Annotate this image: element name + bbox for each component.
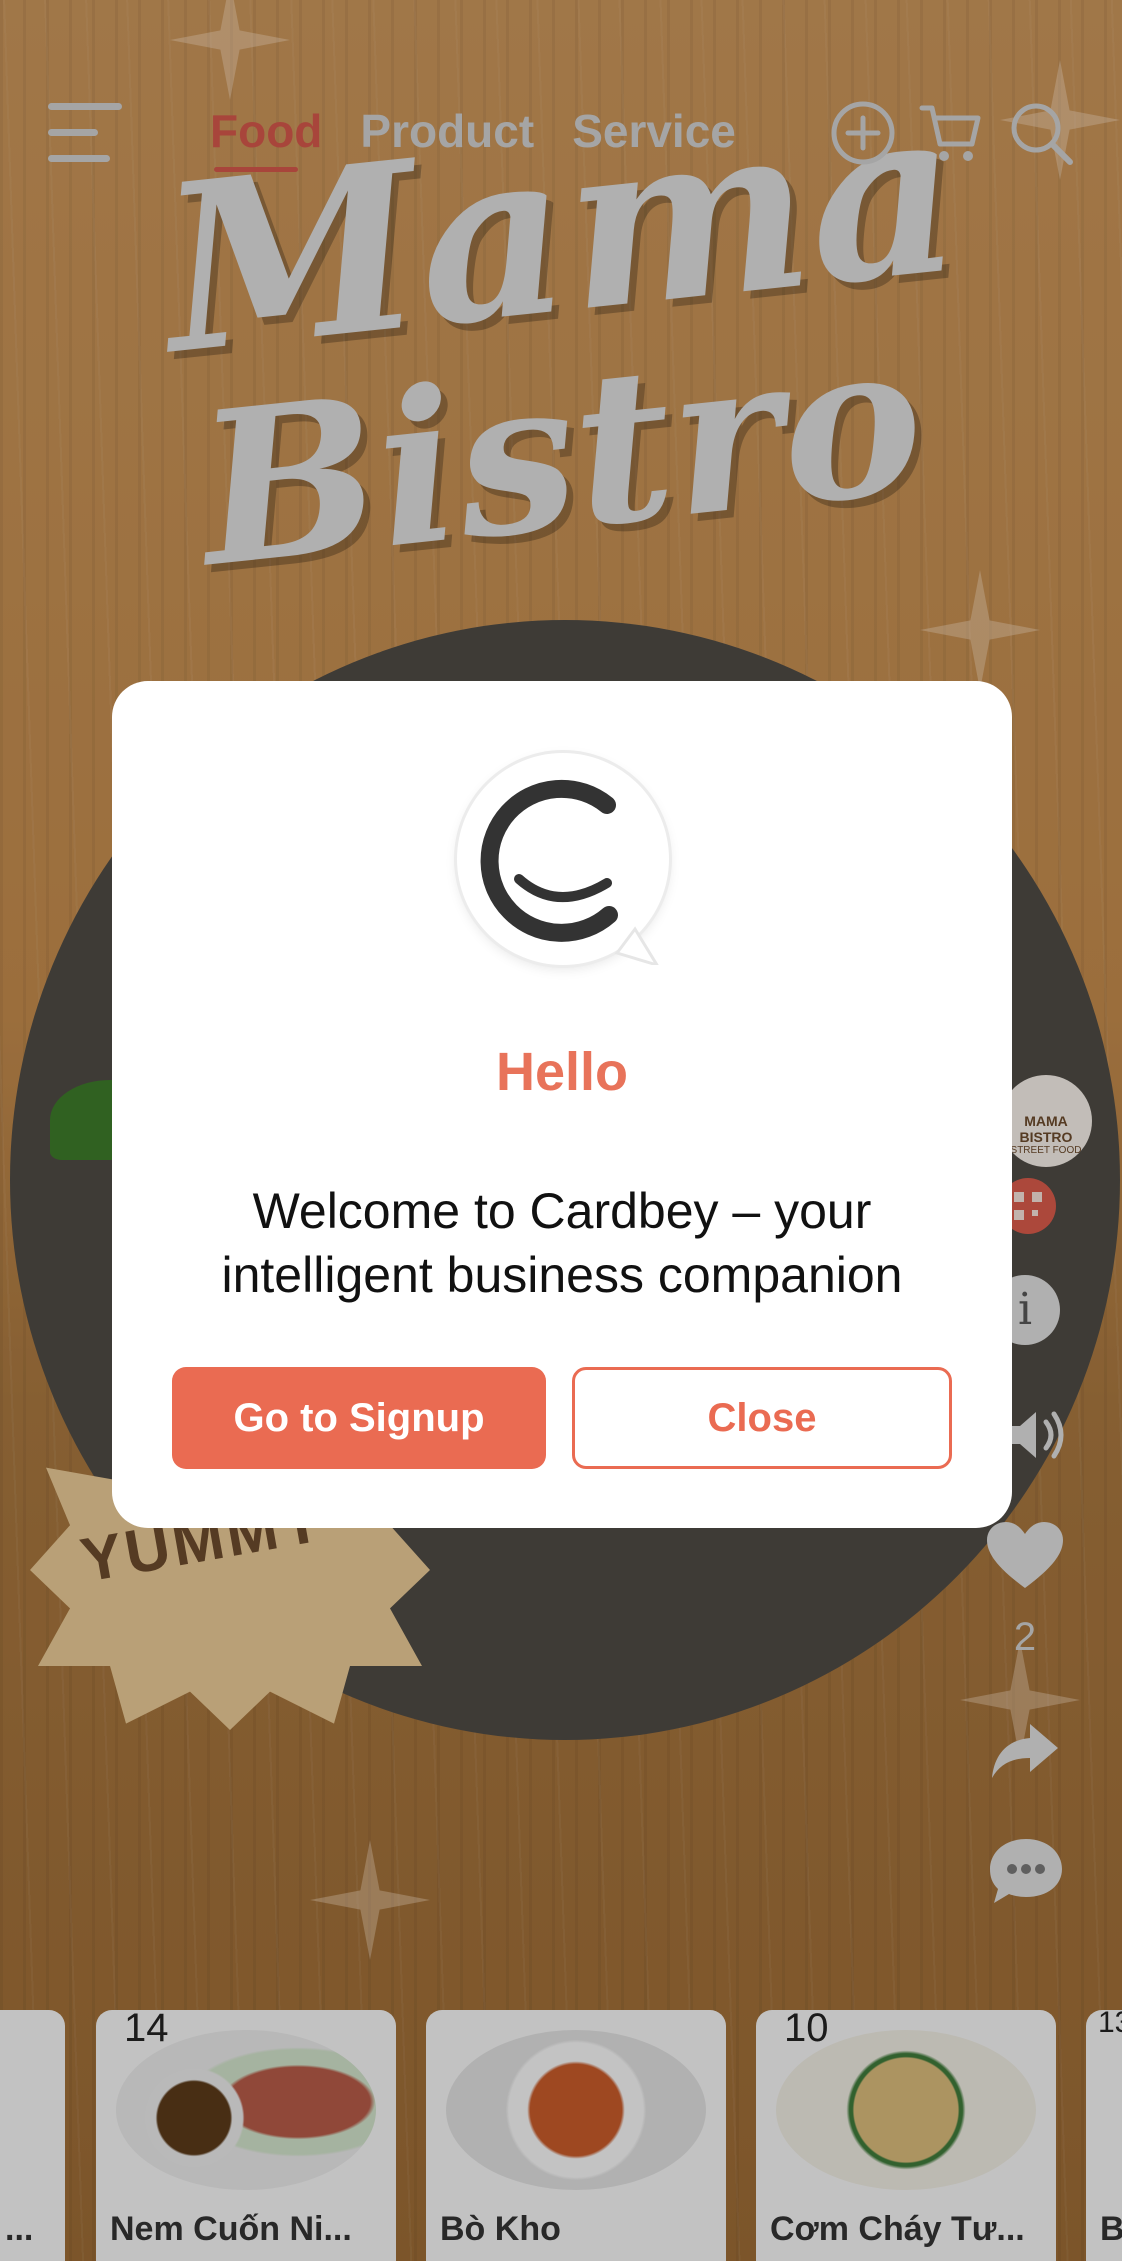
cardbey-logo (457, 753, 669, 965)
go-to-signup-button[interactable]: Go to Signup (172, 1367, 546, 1469)
welcome-dialog: Hello Welcome to Cardbey – your intellig… (112, 681, 1012, 1528)
close-button[interactable]: Close (572, 1367, 952, 1469)
dialog-message: Welcome to Cardbey – your intelligent bu… (221, 1183, 903, 1303)
dialog-title: Hello (495, 1042, 629, 1102)
cardbey-logo-icon (480, 779, 659, 965)
